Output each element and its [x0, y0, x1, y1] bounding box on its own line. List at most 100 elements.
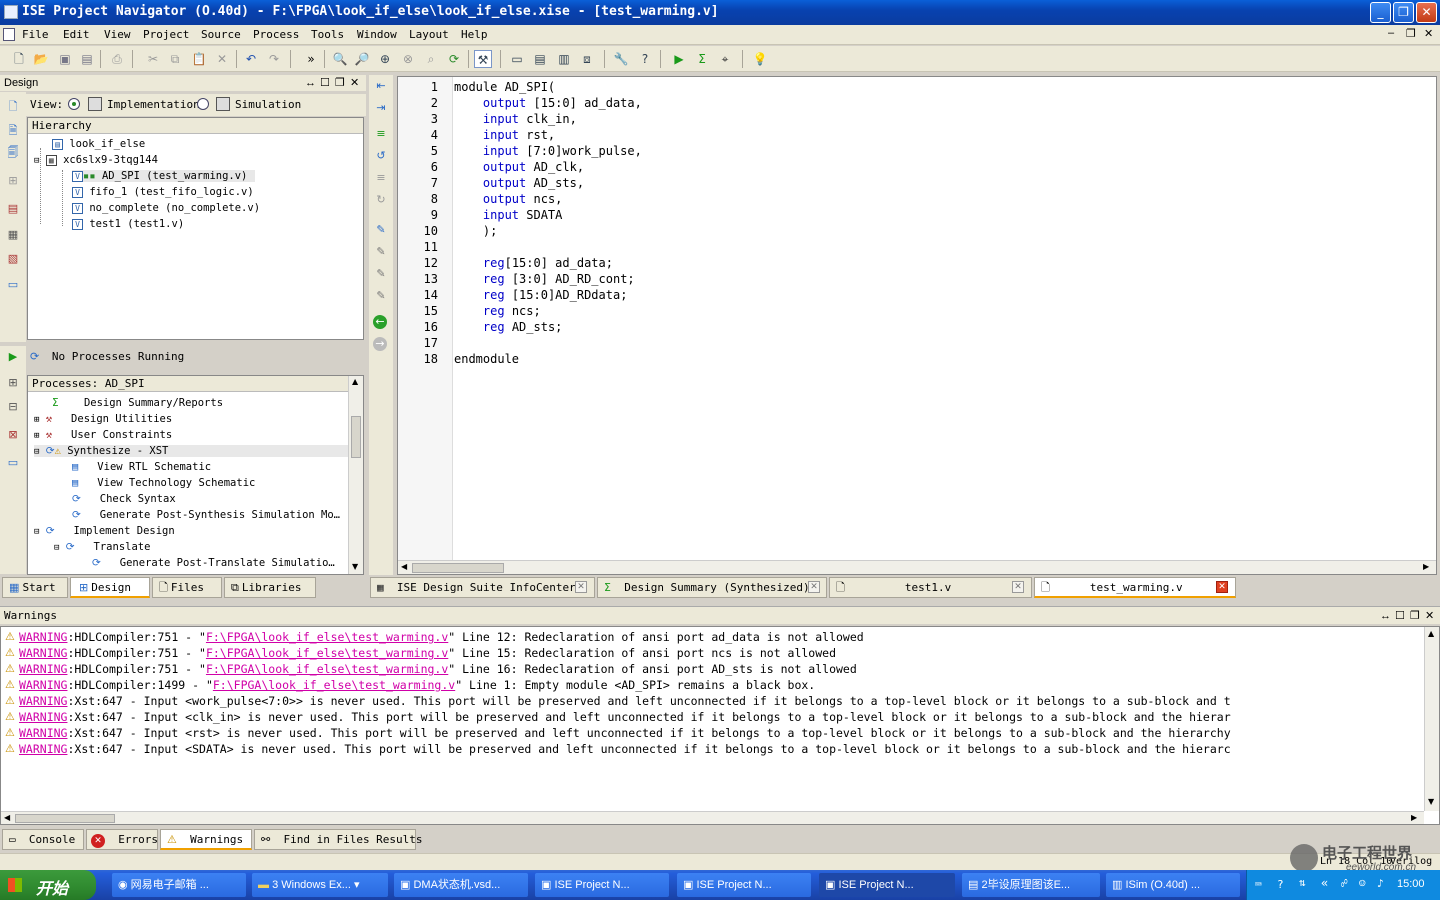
warning-tag[interactable]: WARNING [19, 726, 67, 740]
processes-scrollbar[interactable]: ▲ ▼ [348, 376, 363, 574]
tab-warnings[interactable]: ⚠ Warnings [160, 829, 252, 850]
mdi-restore-icon[interactable]: ❐ [1406, 27, 1416, 40]
warning-file-link[interactable]: F:\FPGA\look_if_else\test_warming.v [206, 630, 448, 644]
tab-test1[interactable]: 🗋 test1.v ✕ [829, 577, 1032, 598]
comment-icon[interactable]: ≡ [374, 127, 388, 141]
tab-design[interactable]: ⊞ Design [70, 577, 150, 598]
simulation-label[interactable]: Simulation [235, 98, 301, 111]
warning-tag[interactable]: WARNING [19, 662, 67, 676]
warning-row[interactable]: ⚠ WARNING:HDLCompiler:751 - "F:\FPGA\look… [5, 629, 1423, 645]
scroll-thumb[interactable] [15, 814, 115, 823]
taskbar-item-word[interactable]: ▤ 2毕设原理图该E... [962, 873, 1100, 897]
zoom-select-icon[interactable]: ⌕ [422, 50, 440, 68]
delete-icon[interactable]: ✕ [213, 50, 231, 68]
paste-icon[interactable]: 📋 [190, 50, 208, 68]
menu-file[interactable]: File [22, 28, 49, 41]
tree-item-test1[interactable]: V test1 (test1.v) [72, 218, 184, 230]
collapse-icon[interactable]: ⊟ [34, 527, 39, 537]
implementation-label[interactable]: Implementation [107, 98, 200, 111]
implementation-radio[interactable] [68, 98, 80, 110]
panel-move-icon[interactable]: ↔ [1380, 607, 1391, 625]
marker-icon[interactable]: ✎ [374, 223, 388, 237]
taskbar-item-ise-3[interactable]: ▣ ISE Project N... [819, 873, 955, 897]
taskbar-item-mail[interactable]: ◉ 网易电子邮箱 ... [112, 873, 246, 897]
scroll-down-icon[interactable]: ▼ [352, 562, 358, 571]
tab-console[interactable]: ▭ Console [2, 829, 84, 850]
menu-view[interactable]: View [104, 28, 131, 41]
warning-tag[interactable]: WARNING [19, 742, 67, 756]
close-tab-icon[interactable]: ✕ [808, 581, 820, 593]
process-post-synth-sim[interactable]: ⟳ Generate Post-Synthesis Simulation Mo… [72, 509, 340, 521]
warning-row[interactable]: ⚠ WARNING:Xst:647 - Input <SDATA> is neve… [5, 741, 1423, 757]
forward-icon[interactable]: → [373, 337, 387, 351]
telescope-icon[interactable]: ⌖ [716, 50, 734, 68]
run-process-icon[interactable]: ▶ [6, 350, 20, 364]
taskbar-item-explorer[interactable]: ▬ 3 Windows Ex... ▾ [252, 873, 388, 897]
wrench-icon[interactable]: 🔧 [612, 50, 630, 68]
zoom-out-icon[interactable]: 🔎 [353, 50, 371, 68]
warning-row[interactable]: ⚠ WARNING:HDLCompiler:751 - "F:\FPGA\look… [5, 645, 1423, 661]
tray-arrows-icon[interactable]: ⇅ [1299, 876, 1306, 889]
warning-row[interactable]: ⚠ WARNING:HDLCompiler:751 - "F:\FPGA\look… [5, 661, 1423, 677]
prev-marker-icon[interactable]: ✎ [374, 267, 388, 281]
collapse-tree-icon[interactable]: ⊟ [6, 400, 20, 414]
warning-tag[interactable]: WARNING [19, 710, 67, 724]
panel-move-icon[interactable]: ↔ [305, 75, 316, 91]
copy-icon[interactable]: ⧉ [166, 50, 184, 68]
warnings-vertical-scrollbar[interactable]: ▲ ▼ [1424, 627, 1439, 811]
print-icon[interactable]: ⎙ [108, 50, 126, 68]
simulation-radio[interactable] [197, 98, 209, 110]
proc-panel-icon[interactable]: ▭ [6, 456, 20, 470]
network-icon[interactable]: ☍ [1341, 877, 1348, 890]
rerun-icon[interactable]: ⊠ [6, 428, 20, 442]
taskbar-item-isim[interactable]: ▥ ISim (O.40d) ... [1106, 873, 1240, 897]
next-marker-icon[interactable]: ✎ [374, 245, 388, 259]
lightbulb-icon[interactable]: 💡 [751, 50, 769, 68]
tab-libraries[interactable]: ⧉ Libraries [224, 577, 316, 598]
collapse-icon[interactable]: ⊟ [54, 543, 59, 553]
minimize-button[interactable]: _ [1370, 2, 1391, 23]
expand-icon[interactable]: ⊞ [34, 415, 39, 425]
close-button[interactable]: ✕ [1416, 2, 1437, 23]
undo-icon[interactable]: ↶ [242, 50, 260, 68]
menu-layout[interactable]: Layout [409, 28, 449, 41]
warning-row[interactable]: ⚠ WARNING:Xst:647 - Input <clk_in> is nev… [5, 709, 1423, 725]
back-icon[interactable]: ← [373, 315, 387, 329]
summary-sigma-icon[interactable]: Σ [693, 50, 711, 68]
code-editor[interactable]: 1 module AD_SPI(2 output [15:0] ad_data, 3… [397, 76, 1437, 575]
warning-file-link[interactable]: F:\FPGA\look_if_else\test_warming.v [213, 678, 455, 692]
menu-process[interactable]: Process [253, 28, 299, 41]
maximize-button[interactable]: ❐ [1393, 2, 1414, 23]
scroll-right-icon[interactable]: ▶ [1411, 813, 1417, 822]
process-view-rtl[interactable]: ▤ View RTL Schematic [72, 461, 211, 473]
zoom-in-icon[interactable]: 🔍 [331, 50, 349, 68]
process-implement[interactable]: ⊟ ⟳ Implement Design [34, 525, 175, 537]
expand-tree-icon[interactable]: ⊞ [6, 376, 20, 390]
scroll-up-icon[interactable]: ▲ [352, 377, 358, 386]
tab-design-summary[interactable]: Σ Design Summary (Synthesized) ✕ [597, 577, 827, 598]
clear-marker-icon[interactable]: ✎ [374, 289, 388, 303]
menu-edit[interactable]: Edit [63, 28, 90, 41]
toggle-bookmark-icon[interactable]: ≡ [374, 171, 388, 185]
process-check-syntax[interactable]: ⟳ Check Syntax [72, 493, 176, 505]
scroll-left-icon[interactable]: ◀ [401, 562, 407, 571]
panel-restore-icon[interactable]: ❐ [335, 75, 345, 91]
warning-row[interactable]: ⚠ WARNING:Xst:647 - Input <work_pulse<7:0… [5, 693, 1423, 709]
process-synthesize[interactable]: ⊟ ⟳⚠ Synthesize - XST [34, 445, 348, 457]
taskbar-item-ise-1[interactable]: ▣ ISE Project N... [535, 873, 669, 897]
tab-test-warming[interactable]: 🗋 test_warming.v ✕ [1034, 577, 1236, 598]
tab-start[interactable]: ▦ Start [2, 577, 68, 598]
warning-tag[interactable]: WARNING [19, 694, 67, 708]
warning-file-link[interactable]: F:\FPGA\look_if_else\test_warming.v [206, 646, 448, 660]
tree-item-fifo[interactable]: V fifo_1 (test_fifo_logic.v) [72, 186, 254, 198]
dropdown-icon[interactable]: ▾ [354, 879, 360, 891]
qq-icon[interactable]: ☺ [1359, 877, 1366, 890]
help-cursor-icon[interactable]: ? [636, 50, 654, 68]
panel-close-icon[interactable]: ✕ [350, 75, 359, 91]
warning-tag[interactable]: WARNING [19, 646, 67, 660]
cascade-icon[interactable]: ▭ [508, 50, 526, 68]
tab-find-in-files[interactable]: ⚯ Find in Files Results [254, 829, 423, 850]
add-source-icon[interactable]: 🗎 [6, 124, 20, 138]
mdi-close-icon[interactable]: ✕ [1424, 27, 1433, 40]
cut-icon[interactable]: ✂ [144, 50, 162, 68]
